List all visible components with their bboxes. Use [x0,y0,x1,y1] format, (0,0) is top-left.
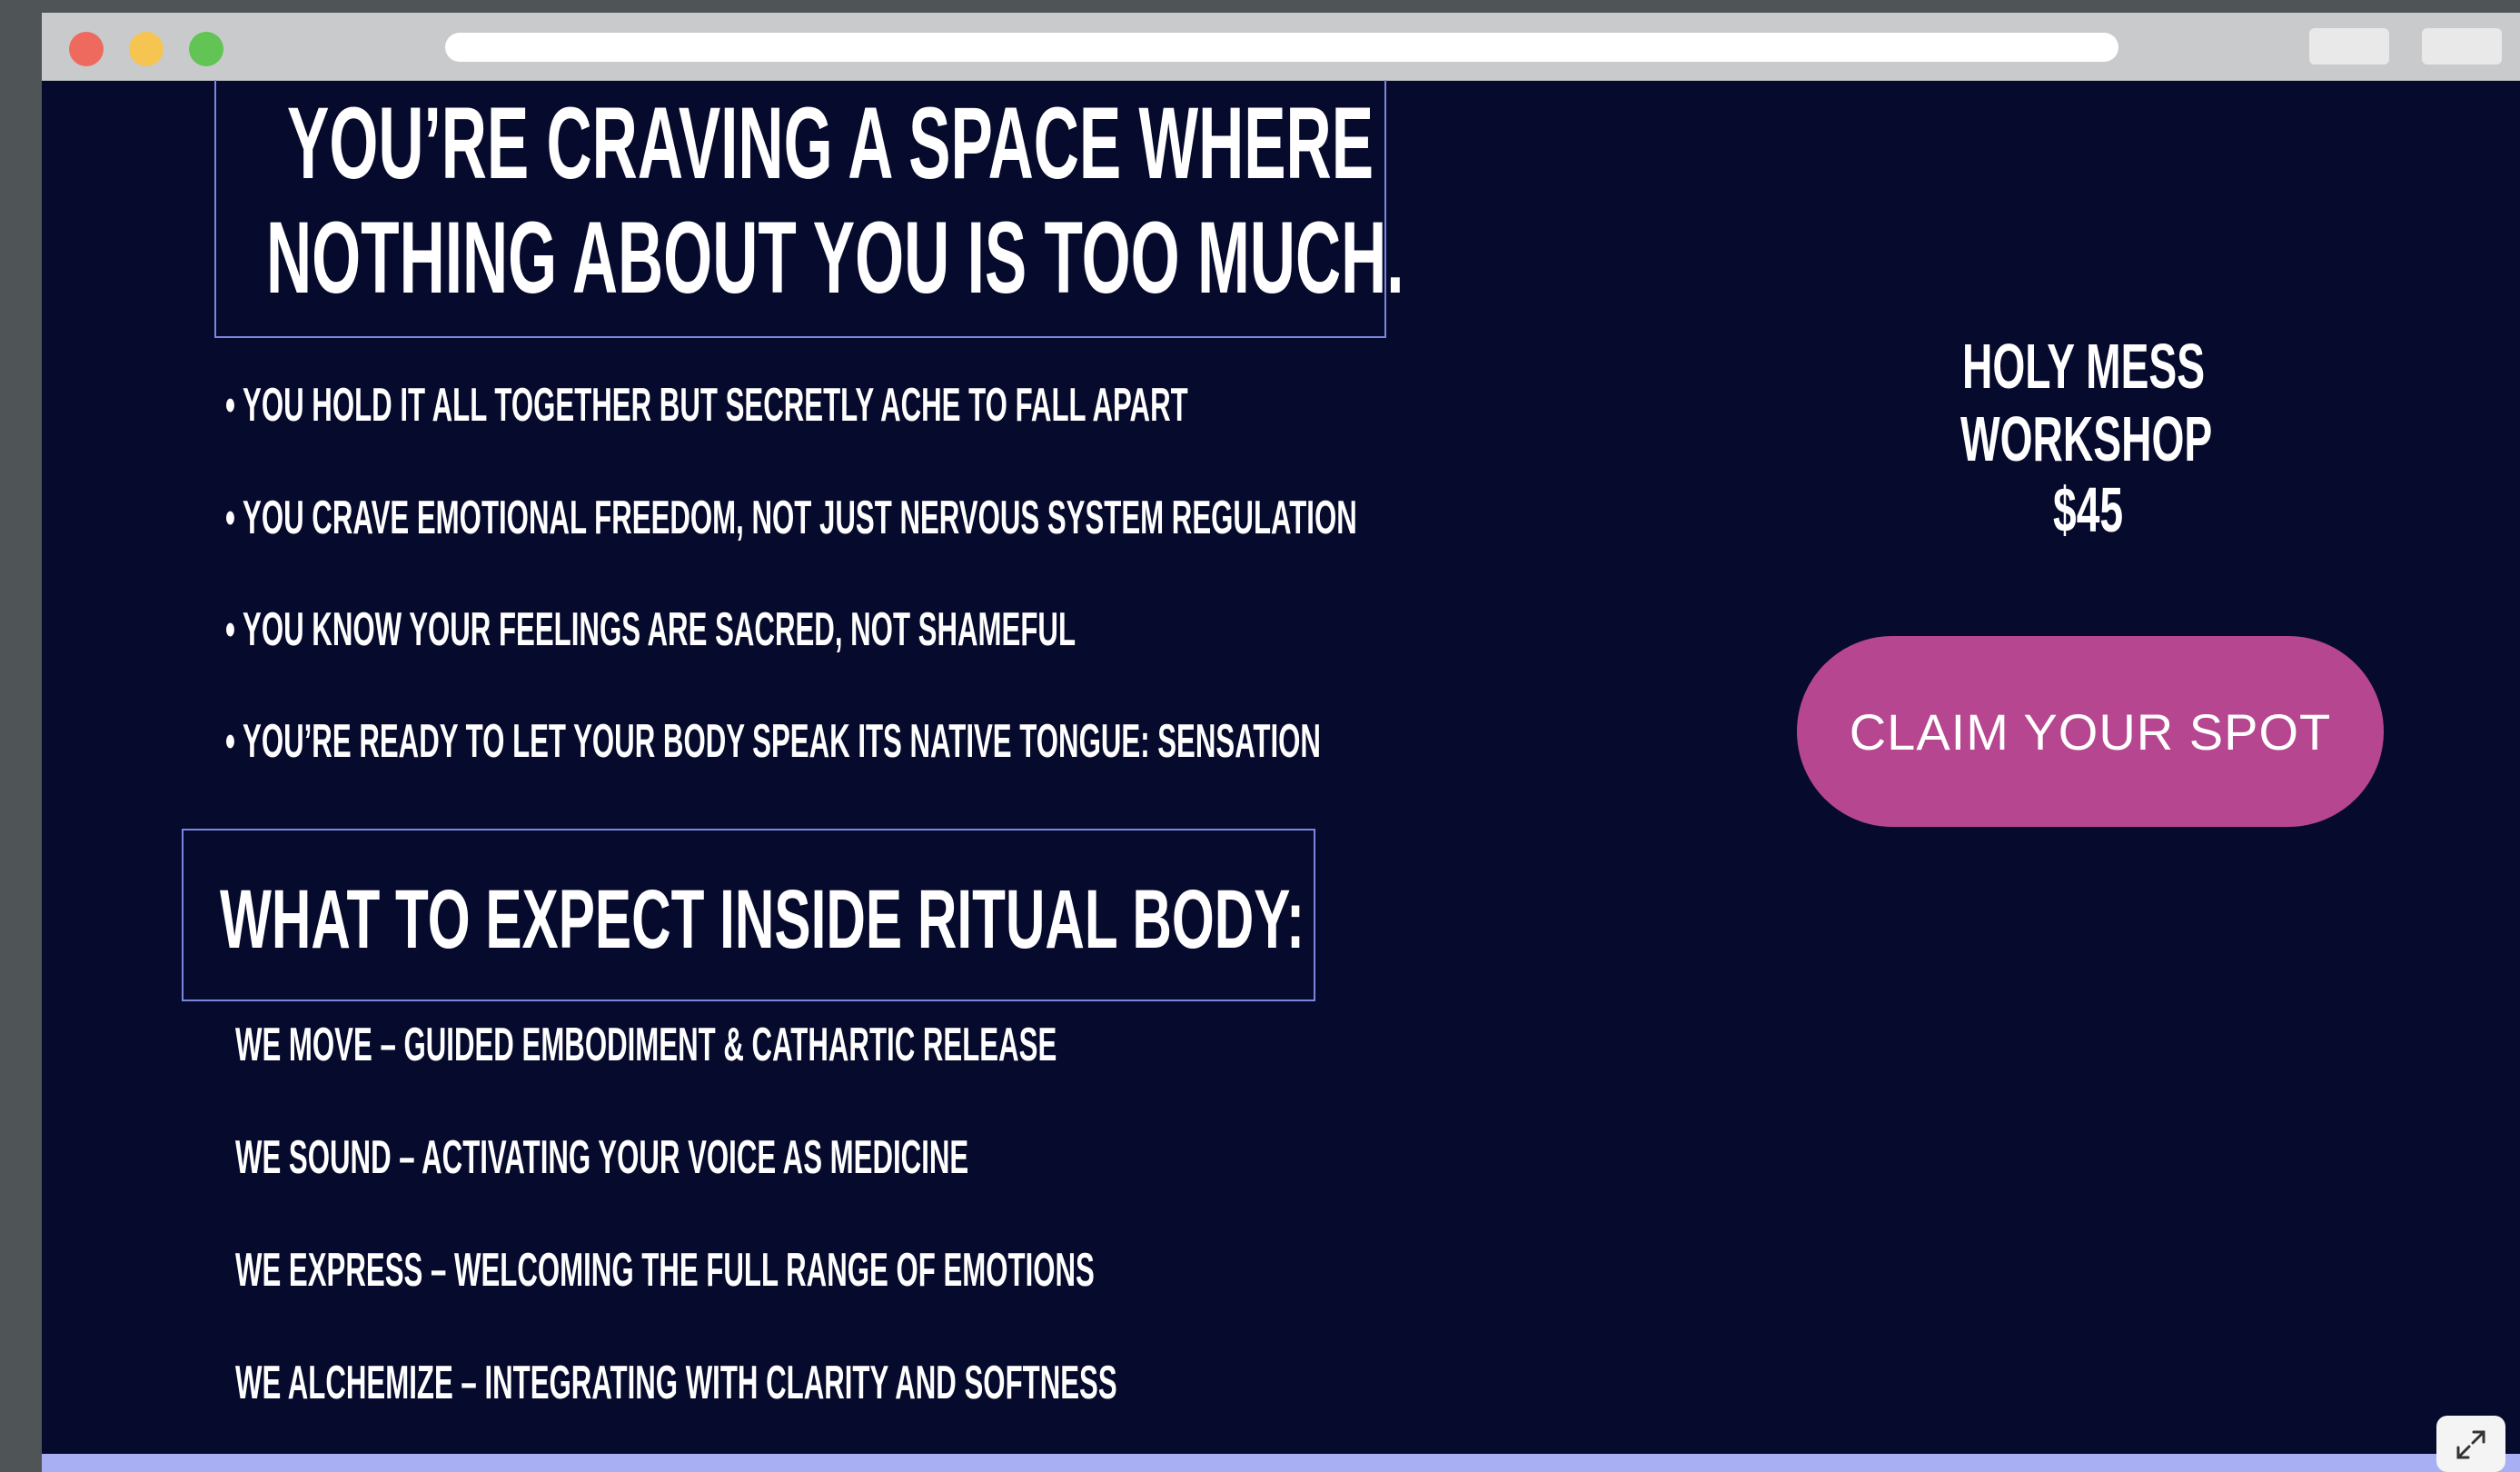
bullet-item: • YOU KNOW YOUR FEELINGS ARE SACRED, NOT… [225,603,1076,656]
bullet-item: • YOU HOLD IT ALL TOGETHER BUT SECRETLY … [225,379,1188,432]
offer-title-line-1: HOLY MESS [1962,331,2206,402]
minimize-window-button[interactable] [129,32,164,66]
expand-button[interactable] [2436,1416,2505,1472]
toolbar-button[interactable] [2422,28,2502,65]
section-title: WHAT TO EXPECT INSIDE RITUAL BODY: [220,873,1305,966]
expand-arrows-icon [2456,1430,2485,1459]
toolbar-button[interactable] [2309,28,2389,65]
headline-line-2: NOTHING ABOUT YOU IS TOO MUCH. [266,201,1404,314]
claim-your-spot-button[interactable]: CLAIM YOUR SPOT [1797,636,2384,827]
expect-item: WE ALCHEMIZE – INTEGRATING WITH CLARITY … [235,1357,1117,1409]
close-window-button[interactable] [69,32,104,66]
bullet-item: • YOU CRAVE EMOTIONAL FREEDOM, NOT JUST … [225,492,1357,544]
headline-line-1: YOU’RE CRAVING A SPACE WHERE [287,86,1374,200]
expect-item: WE EXPRESS – WELCOMING THE FULL RANGE OF… [235,1244,1095,1297]
bullet-item: • YOU’RE READY TO LET YOUR BODY SPEAK IT… [225,715,1321,768]
expect-item: WE SOUND – ACTIVATING YOUR VOICE AS MEDI… [235,1131,969,1184]
bottom-bar [42,1454,2520,1472]
browser-window: YOU’RE CRAVING A SPACE WHERE NOTHING ABO… [42,13,2520,1472]
offer-title-line-2: WORKSHOP [1960,403,2213,474]
browser-titlebar [42,13,2520,81]
maximize-window-button[interactable] [189,32,223,66]
expect-item: WE MOVE – GUIDED EMBODIMENT & CATHARTIC … [235,1019,1057,1071]
address-bar[interactable] [445,33,2118,62]
offer-price: $45 [2053,474,2124,545]
claim-your-spot-label: CLAIM YOUR SPOT [1849,702,2332,761]
